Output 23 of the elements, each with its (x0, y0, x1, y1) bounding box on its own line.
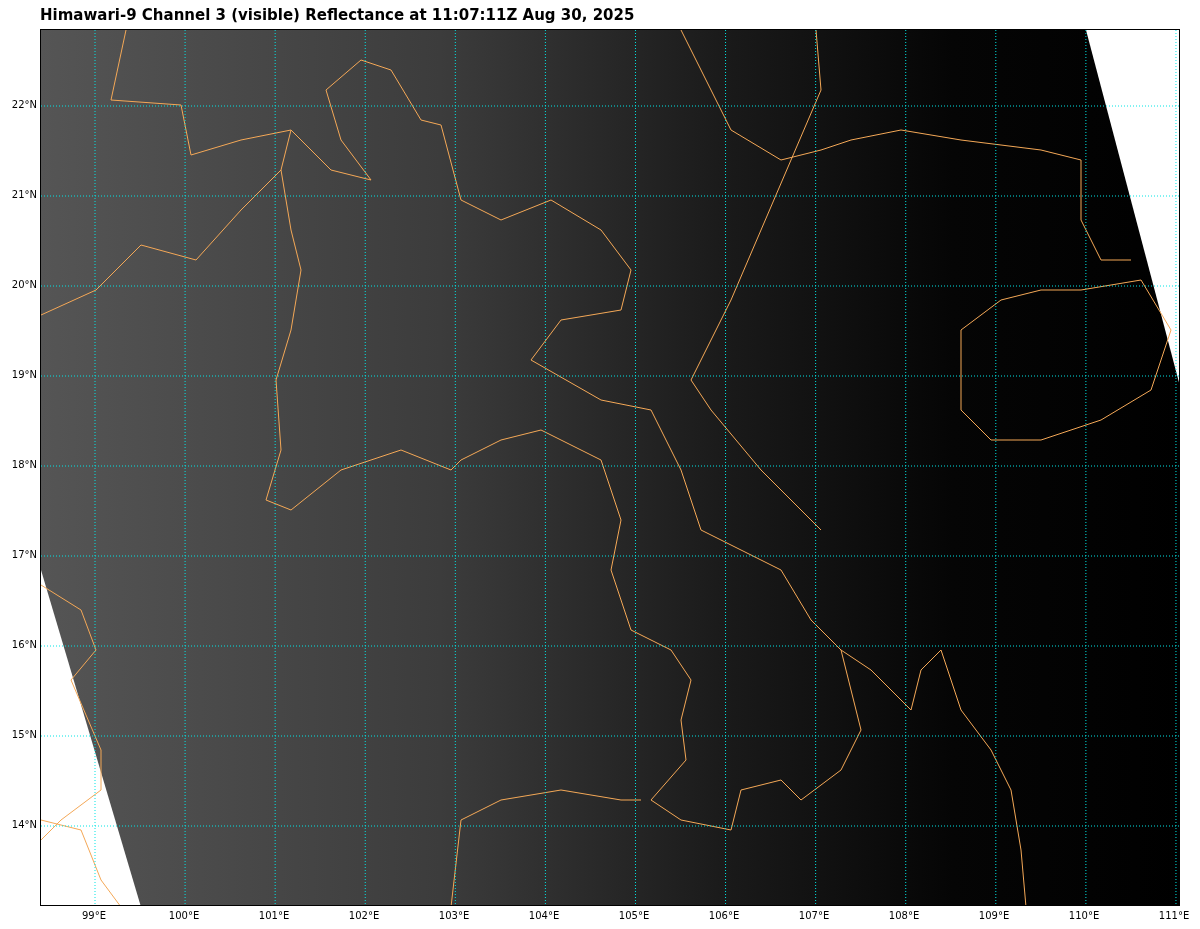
map-title: Himawari-9 Channel 3 (visible) Reflectance at 11:07:11Z Aug 30, 2025 (40, 5, 635, 24)
latitude-label: 17°N (10, 548, 38, 562)
longitude-label: 103°E (437, 909, 471, 923)
longitude-label: 104°E (527, 909, 561, 923)
longitude-label: 107°E (797, 909, 831, 923)
latitude-label: 20°N (10, 278, 38, 292)
latitude-label: 15°N (10, 728, 38, 742)
longitude-label: 105°E (617, 909, 651, 923)
longitude-label: 101°E (257, 909, 291, 923)
longitude-label: 110°E (1067, 909, 1101, 923)
latitude-label: 21°N (10, 188, 38, 202)
latitude-label: 14°N (10, 818, 38, 832)
longitude-label: 102°E (347, 909, 381, 923)
longitude-label: 99°E (80, 909, 107, 923)
latitude-label: 18°N (10, 458, 38, 472)
latitude-label: 19°N (10, 368, 38, 382)
latitude-label: 22°N (10, 98, 38, 112)
longitude-label: 111°E (1157, 909, 1191, 923)
latitude-label: 16°N (10, 638, 38, 652)
longitude-label: 108°E (887, 909, 921, 923)
longitude-label: 106°E (707, 909, 741, 923)
longitude-label: 100°E (167, 909, 201, 923)
longitude-label: 109°E (977, 909, 1011, 923)
